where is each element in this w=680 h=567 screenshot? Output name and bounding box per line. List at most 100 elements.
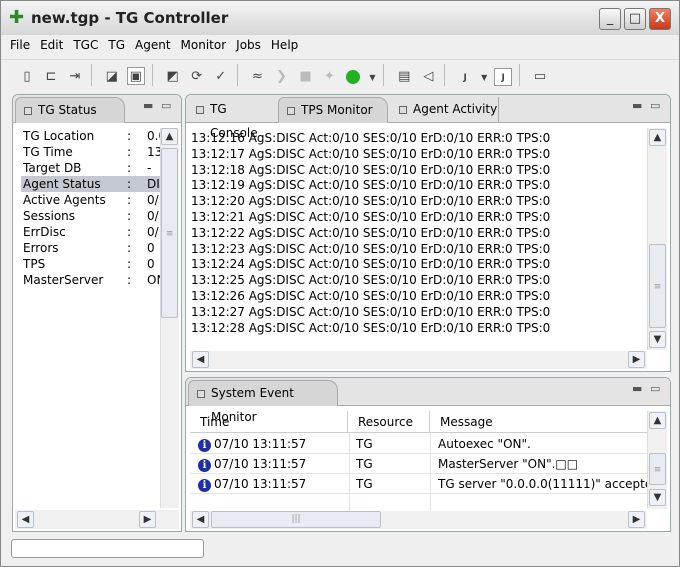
menu-edit[interactable]: Edit — [35, 36, 68, 54]
tab-tg-status[interactable]: TG Status — [15, 97, 125, 123]
menu-help[interactable]: Help — [266, 36, 303, 54]
menu-tg[interactable]: TG — [103, 36, 130, 54]
wave-icon[interactable]: ≈ — [248, 68, 266, 86]
dropdown-icon[interactable]: ▼ — [480, 69, 488, 87]
scroll-thumb[interactable]: ≡ — [649, 244, 666, 328]
status-separator: : — [127, 145, 132, 159]
minimize-view-icon[interactable]: ▬ — [143, 99, 153, 112]
status-row[interactable]: MasterServer: ON — [21, 272, 160, 288]
status-row[interactable]: TG Location: 0.0 — [21, 128, 160, 144]
minimize-view-icon[interactable]: ▬ — [632, 99, 642, 112]
event-message: MasterServer "ON".□□ — [438, 457, 579, 471]
scroll-up-button[interactable]: ▲ — [161, 128, 178, 145]
status-row[interactable]: Agent Status: DI — [21, 176, 160, 192]
menu-monitor[interactable]: Monitor — [176, 36, 232, 54]
disconnect-icon[interactable]: ◪ — [103, 68, 121, 86]
event-resource: TG — [356, 477, 373, 491]
scroll-right-button[interactable]: ▶ — [628, 351, 645, 368]
status-green-icon[interactable] — [344, 68, 362, 86]
status-row[interactable]: Sessions: 0/ — [21, 208, 160, 224]
status-row[interactable]: TG Time: 13 — [21, 144, 160, 160]
scroll-left-button[interactable]: ◀ — [192, 351, 209, 368]
tab-tg-console[interactable]: TG Console — [188, 97, 278, 140]
status-row[interactable]: Active Agents: 0/ — [21, 192, 160, 208]
status-vscrollbar[interactable]: ▲ ≡ — [160, 128, 179, 508]
stop-icon[interactable]: ■ — [296, 68, 314, 86]
scroll-thumb[interactable]: ||| — [211, 511, 381, 528]
status-row[interactable]: ErrDisc: 0/ — [21, 224, 160, 240]
maximize-view-icon[interactable]: ▭ — [650, 382, 660, 395]
status-hscrollbar[interactable]: ◀ ▶ — [15, 510, 179, 529]
scroll-up-button[interactable]: ▲ — [649, 412, 666, 429]
tps-line: 13:12:26 AgS:DISC Act:0/10 SES:0/10 ErD:… — [191, 289, 551, 303]
agent-remove-icon[interactable]: ◩ — [164, 68, 182, 86]
speaker-icon[interactable]: ◁ — [419, 68, 437, 86]
jmt-icon[interactable]: J — [456, 69, 474, 87]
close-button[interactable]: X — [649, 8, 671, 30]
import-icon[interactable]: ⇥ — [66, 68, 84, 86]
event-time: 07/10 13:11:57 — [214, 437, 307, 451]
table-row[interactable]: i 07/10 13:11:57 TG TG server "0.0.0.0(1111… — [190, 474, 647, 494]
menu-jobs[interactable]: Jobs — [231, 36, 266, 54]
scroll-right-button[interactable]: ▶ — [139, 511, 156, 528]
status-label: Active Agents — [23, 193, 106, 207]
jat-icon[interactable]: J — [494, 68, 513, 86]
menu-agent[interactable]: Agent — [130, 36, 176, 54]
status-row[interactable]: TPS: 0 — [21, 256, 160, 272]
info-icon: i — [198, 459, 211, 472]
event-time: 07/10 13:11:57 — [214, 457, 307, 471]
monitor-icon[interactable]: ▣ — [126, 67, 145, 85]
event-hscrollbar[interactable]: ◀ ||| ▶ — [190, 511, 647, 529]
status-value: 0/ — [147, 225, 159, 239]
open-folder-icon[interactable]: ⊏ — [42, 68, 60, 86]
tps-line: 13:12:16 AgS:DISC Act:0/10 SES:0/10 ErD:… — [191, 131, 551, 145]
tab-agent-activity[interactable]: Agent Activity — [391, 97, 499, 123]
tab-tps-monitor[interactable]: TPS Monitor — [278, 97, 388, 123]
event-message: Autoexec "ON". — [438, 437, 531, 451]
dropdown-icon[interactable]: ▼ — [368, 69, 376, 87]
menu-file[interactable]: File — [5, 36, 35, 54]
column-time[interactable]: Time — [190, 411, 348, 433]
maximize-view-icon[interactable]: ▭ — [161, 99, 171, 112]
event-vscrollbar[interactable]: ▲ ≡ ▼ — [647, 411, 667, 509]
minimize-view-icon[interactable]: ▬ — [632, 382, 642, 395]
new-file-icon[interactable]: ▯ — [18, 68, 36, 86]
scroll-up-button[interactable]: ▲ — [649, 129, 666, 146]
status-value: - — [147, 161, 152, 175]
tab-system-event-monitor[interactable]: System Event Monitor — [188, 380, 338, 424]
console-vscrollbar[interactable]: ▲ ≡ ▼ — [647, 128, 667, 350]
play-icon[interactable]: ❯ — [272, 68, 290, 86]
scroll-thumb[interactable]: ≡ — [161, 148, 178, 318]
report-icon[interactable]: ▤ — [395, 68, 413, 86]
scroll-down-button[interactable]: ▼ — [649, 331, 666, 348]
status-row[interactable]: Errors: 0 — [21, 240, 160, 256]
refresh-icon[interactable]: ⟳ — [188, 68, 206, 86]
tps-line: 13:12:18 AgS:DISC Act:0/10 SES:0/10 ErD:… — [191, 162, 551, 177]
status-row[interactable]: Target DB: - — [21, 160, 160, 176]
status-value: 0/ — [147, 193, 159, 207]
maximize-view-icon[interactable]: ▭ — [650, 99, 660, 112]
pause-icon[interactable]: ✦ — [320, 68, 338, 86]
scroll-down-button[interactable]: ▼ — [649, 489, 666, 506]
status-value: 13 — [147, 145, 160, 159]
status-label: Errors — [23, 241, 59, 255]
menu-tgc[interactable]: TGC — [68, 36, 103, 54]
check-icon[interactable]: ✓ — [212, 68, 230, 86]
app-window: ✚ new.tgp - TG Controller _ □ X File Edit… — [0, 0, 680, 567]
maximize-button[interactable]: □ — [624, 8, 646, 30]
app-icon: ✚ — [9, 7, 25, 28]
scroll-right-button[interactable]: ▶ — [628, 511, 645, 528]
status-label: Target DB — [23, 161, 82, 175]
status-separator: : — [127, 193, 132, 207]
scroll-left-button[interactable]: ◀ — [192, 511, 209, 528]
console-hscrollbar[interactable]: ◀ ▶ — [190, 351, 647, 369]
notes-icon[interactable]: ▭ — [531, 68, 549, 86]
title-bar[interactable]: ✚ new.tgp - TG Controller _ □ X — [1, 1, 679, 35]
scroll-thumb[interactable]: ≡ — [649, 453, 666, 485]
minimize-button[interactable]: _ — [599, 8, 621, 30]
table-row[interactable]: i 07/10 13:11:57 TG Autoexec "ON". — [190, 434, 647, 454]
column-message[interactable]: Message — [430, 411, 647, 433]
scroll-left-button[interactable]: ◀ — [17, 511, 34, 528]
table-row[interactable]: i 07/10 13:11:57 TG MasterServer "ON".□□ — [190, 454, 647, 474]
column-resource[interactable]: Resource — [348, 411, 430, 433]
